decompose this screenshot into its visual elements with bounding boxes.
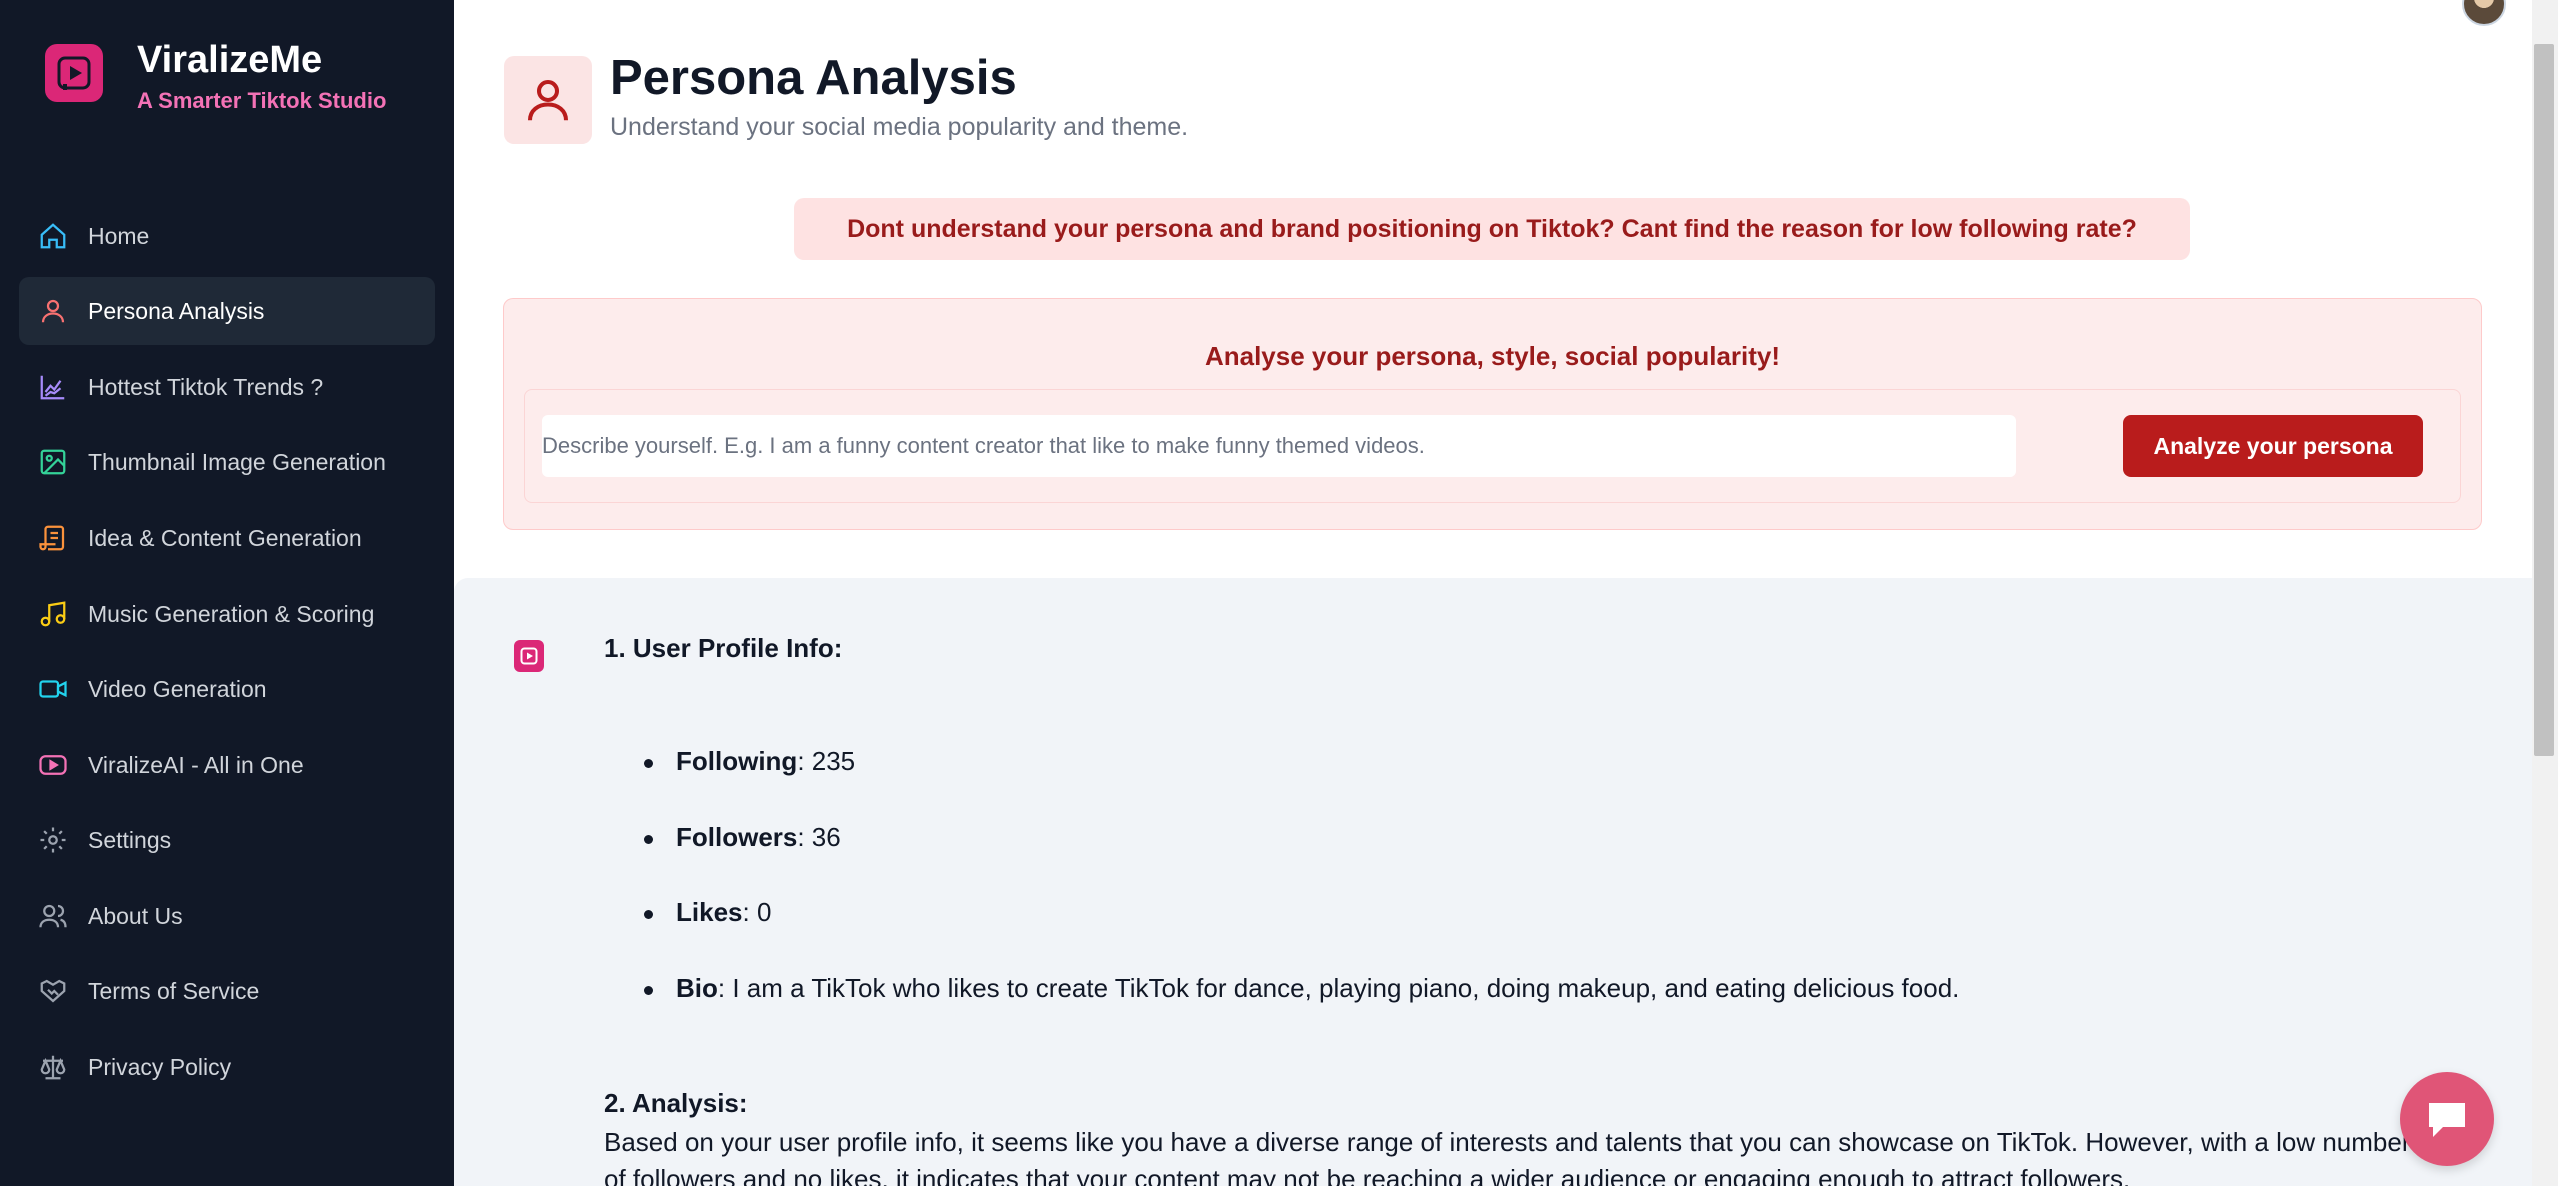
section-heading-profile: 1. User Profile Info:: [604, 633, 843, 663]
sidebar-item-label: Hottest Tiktok Trends ?: [88, 373, 324, 400]
page-title: Persona Analysis: [610, 51, 1017, 105]
sidebar-item-settings[interactable]: Settings: [19, 806, 435, 874]
page-subtitle: Understand your social media popularity …: [610, 113, 1189, 141]
sidebar-item-persona-analysis[interactable]: Persona Analysis: [19, 277, 435, 345]
sidebar-item-thumbnail-generation[interactable]: Thumbnail Image Generation: [19, 428, 435, 496]
home-icon: [37, 220, 69, 252]
sidebar-item-video-generation[interactable]: Video Generation: [19, 655, 435, 723]
chat-button[interactable]: [2400, 1072, 2494, 1166]
brand-tagline: A Smarter Tiktok Studio: [137, 87, 387, 113]
sidebar-item-label: Terms of Service: [88, 977, 260, 1004]
profile-value: : 0: [742, 897, 772, 927]
scrollbar-thumb[interactable]: [2534, 44, 2554, 756]
users-icon: [37, 900, 69, 932]
persona-header-icon: [504, 56, 592, 144]
sidebar-item-label: Settings: [88, 826, 172, 853]
analysis-paragraph: Based on your user profile info, it seem…: [604, 1127, 2411, 1186]
scale-icon: [37, 1051, 69, 1083]
sidebar-item-label: ViralizeAI - All in One: [88, 751, 304, 778]
brand[interactable]: ViralizeMe A Smarter Tiktok Studio: [45, 39, 387, 114]
analysis-result-panel: [454, 578, 2532, 1186]
profile-value: : 36: [797, 822, 841, 852]
sidebar-item-label: Video Generation: [88, 675, 267, 702]
user-icon: [37, 295, 69, 327]
sidebar: ViralizeMe A Smarter Tiktok Studio Home …: [0, 0, 454, 1186]
profile-key: Likes: [676, 897, 743, 927]
sidebar-item-about-us[interactable]: About Us: [19, 882, 435, 950]
sidebar-item-idea-content[interactable]: Idea & Content Generation: [19, 504, 435, 572]
brand-logo-icon: [45, 44, 103, 102]
sidebar-item-viralizeai[interactable]: ViralizeAI - All in One: [19, 731, 435, 799]
analyse-title: Analyse your persona, style, social popu…: [1204, 341, 1781, 371]
image-icon: [37, 446, 69, 478]
section-heading-analysis: 2. Analysis:: [604, 1088, 748, 1118]
play-icon: [37, 749, 69, 781]
sidebar-item-label: Home: [88, 222, 150, 249]
handshake-icon: [37, 975, 69, 1007]
analyze-persona-button[interactable]: Analyze your persona: [2123, 415, 2423, 477]
sidebar-item-label: Idea & Content Generation: [88, 524, 362, 551]
sidebar-item-label: Persona Analysis: [88, 297, 265, 324]
sidebar-item-terms[interactable]: Terms of Service: [19, 957, 435, 1025]
profile-key: Bio: [676, 973, 718, 1003]
sidebar-item-home[interactable]: Home: [19, 202, 435, 270]
info-banner: Dont understand your persona and brand p…: [794, 198, 2190, 260]
brand-name: ViralizeMe: [137, 39, 323, 81]
profile-value: : 235: [797, 746, 856, 776]
scroll-icon: [37, 522, 69, 554]
sidebar-item-music-generation[interactable]: Music Generation & Scoring: [19, 580, 435, 648]
profile-key: Followers: [676, 822, 798, 852]
chart-icon: [37, 371, 69, 403]
profile-key: Following: [676, 746, 798, 776]
music-icon: [37, 598, 69, 630]
video-icon: [37, 673, 69, 705]
analyse-card: Analyse your persona, style, social popu…: [503, 298, 2482, 530]
sidebar-item-hottest-trends[interactable]: Hottest Tiktok Trends ?: [19, 353, 435, 421]
profile-value: : I am a TikTok who likes to create TikT…: [717, 973, 1960, 1003]
sidebar-item-label: About Us: [88, 902, 183, 929]
sidebar-item-label: Thumbnail Image Generation: [88, 448, 386, 475]
sidebar-item-label: Music Generation & Scoring: [88, 600, 375, 627]
chat-bubble-icon: [2429, 1103, 2465, 1137]
persona-description-input[interactable]: [542, 415, 2016, 477]
gear-icon: [37, 824, 69, 856]
sidebar-item-label: Privacy Policy: [88, 1053, 232, 1080]
assistant-logo-icon: [514, 640, 544, 672]
sidebar-item-privacy[interactable]: Privacy Policy: [19, 1033, 435, 1101]
user-avatar[interactable]: [2462, 0, 2506, 26]
info-banner-text: Dont understand your persona and brand p…: [847, 214, 2137, 243]
